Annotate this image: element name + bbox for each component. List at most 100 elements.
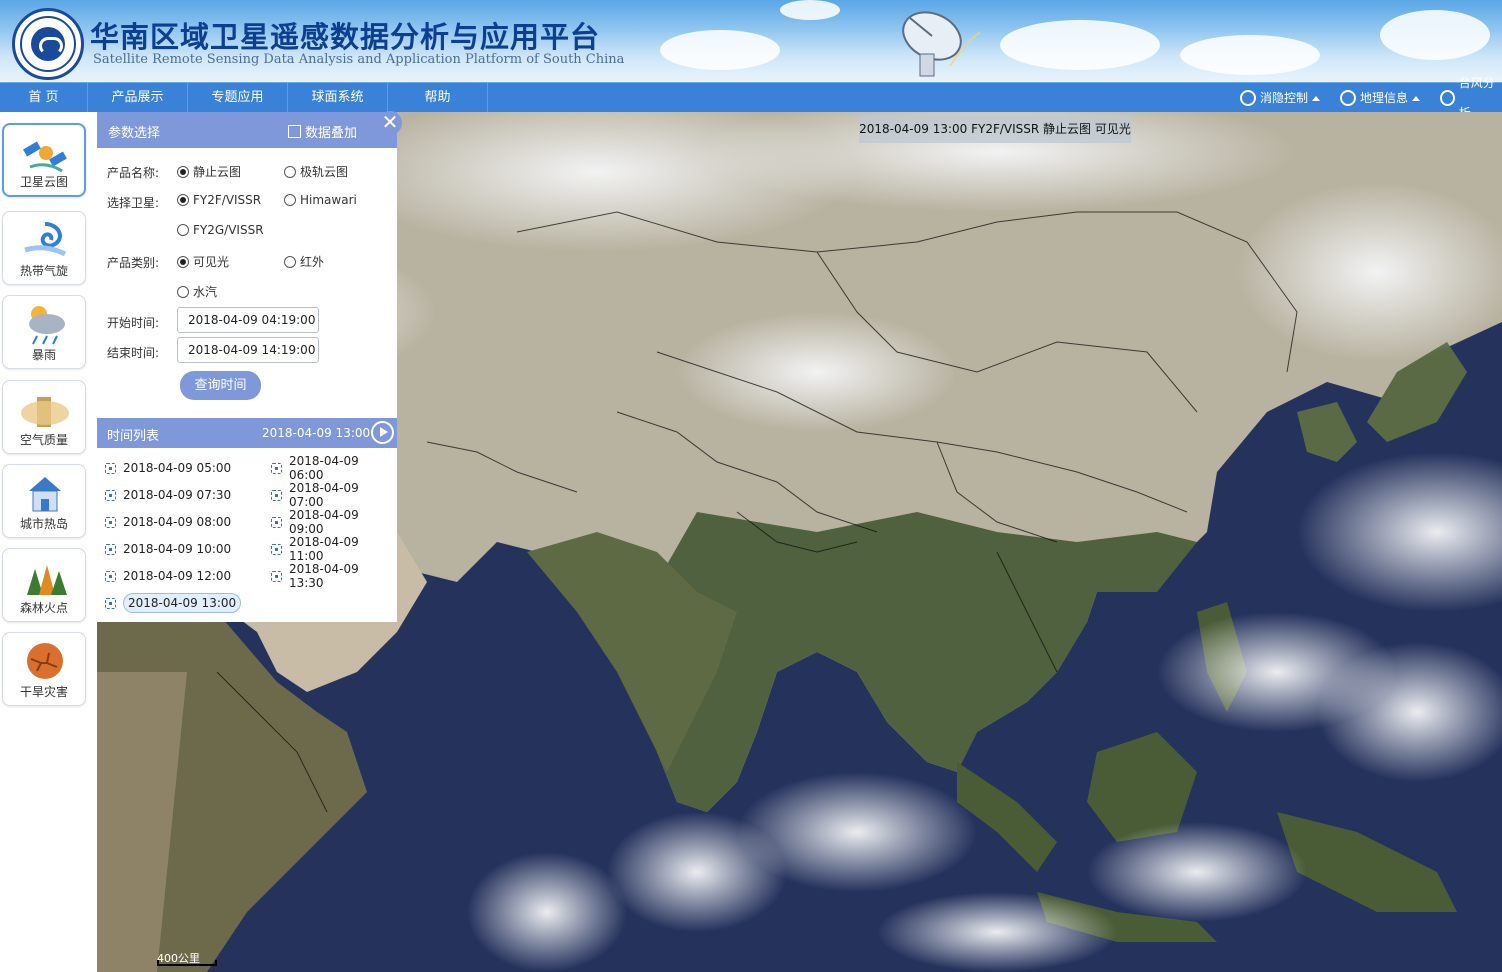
radio-dot-icon [284, 194, 296, 206]
time-item[interactable]: 2018-04-09 06:00 [271, 454, 397, 482]
time-item[interactable]: 2018-04-09 05:00 [105, 457, 231, 479]
start-time-input[interactable]: 2018-04-09 04:19:00 [177, 307, 319, 333]
data-overlay-label: 数据叠加 [305, 126, 358, 141]
hide-control-label: 消隐控制 [1260, 91, 1309, 105]
radio-visible[interactable]: 可见光 [177, 253, 229, 270]
time-item-label: 2018-04-09 11:00 [288, 535, 359, 563]
radio-dot-icon [177, 285, 189, 298]
banner-cloud [1180, 35, 1320, 75]
logo [12, 8, 84, 80]
radio-dot-icon [177, 165, 189, 178]
caret-up-icon [1412, 95, 1421, 101]
time-item-label: 2018-04-09 13:30 [288, 562, 359, 590]
sidebar-label-rainstorm: 暴雨 [31, 348, 56, 362]
sidebar-label-satellite: 卫星云图 [19, 175, 68, 189]
rainstorm-icon [29, 306, 65, 345]
play-animation-button[interactable] [371, 421, 394, 444]
time-item[interactable]: 2018-04-09 11:00 [271, 535, 397, 563]
typhoon-icon [1440, 90, 1455, 106]
time-item[interactable]: 2018-04-09 08:00 [105, 511, 231, 533]
image-caption: 2018-04-09 13:00 FY2F/VISSR 静止云图 可见光 [859, 116, 1131, 143]
time-item-label: 2018-04-09 06:00 [288, 454, 359, 482]
time-item[interactable]: 2018-04-09 12:00 [105, 565, 231, 587]
params-title: 参数选择 [108, 126, 161, 141]
radio-label: 红外 [300, 255, 325, 269]
radio-fy2f[interactable]: FY2F/VISSR [177, 193, 261, 207]
nav-sphere-system[interactable]: 球面系统 [288, 83, 388, 113]
sidebar-label-drought: 干旱灾害 [19, 685, 68, 699]
left-sidebar: 卫星云图 热带气旋 暴雨 空气质量 城市热岛 森林火点 干旱灾害 [0, 112, 97, 972]
satellite-label: 选择卫星: [107, 196, 160, 210]
radio-dot-icon [177, 224, 189, 236]
nav-special-apps[interactable]: 专题应用 [188, 83, 288, 113]
page-subtitle: Satellite Remote Sensing Data Analysis a… [93, 52, 625, 67]
radio-label: 静止云图 [193, 165, 242, 179]
time-item[interactable]: 2018-04-09 07:30 [105, 484, 231, 506]
close-panel-button[interactable]: ✕ [378, 111, 402, 135]
radio-label: 极轨云图 [300, 165, 349, 179]
sidebar-item-city-heat-island[interactable]: 城市热岛 [2, 464, 86, 538]
city-heat-island-icon [29, 477, 61, 512]
image-icon [271, 516, 282, 528]
timelist-title: 时间列表 [107, 429, 160, 444]
sidebar-label-air-quality: 空气质量 [19, 433, 68, 447]
banner-cloud [660, 30, 780, 70]
radio-infrared[interactable]: 红外 [284, 253, 324, 270]
image-icon [271, 543, 282, 555]
params-header: 参数选择 数据叠加 [97, 112, 397, 148]
image-icon [271, 489, 282, 501]
end-time-input[interactable]: 2018-04-09 14:19:00 [177, 337, 319, 363]
banner-cloud [1000, 20, 1160, 70]
data-overlay-checkbox[interactable]: 数据叠加 [288, 122, 357, 141]
nav-help[interactable]: 帮助 [388, 83, 488, 113]
radio-himawari[interactable]: Himawari [284, 193, 357, 207]
forest-fire-icon [27, 565, 67, 595]
page-title: 华南区域卫星遥感数据分析与应用平台 [90, 20, 601, 54]
radio-dot-icon [177, 194, 189, 206]
time-item[interactable]: 2018-04-09 09:00 [271, 508, 397, 536]
timelist-header: 时间列表 2018-04-09 13:00 [97, 418, 397, 448]
image-icon [271, 462, 282, 474]
sidebar-item-forest-fire[interactable]: 森林火点 [2, 548, 86, 622]
drought-icon [27, 643, 63, 679]
time-item-selected[interactable]: 2018-04-09 13:00 [105, 592, 242, 614]
time-item-label: 2018-04-09 13:00 [123, 593, 242, 613]
sidebar-item-rainstorm[interactable]: 暴雨 [2, 295, 86, 369]
time-item[interactable]: 2018-04-09 13:30 [271, 562, 397, 590]
radio-water-vapor[interactable]: 水汽 [177, 283, 217, 300]
time-item-label: 2018-04-09 10:00 [123, 542, 232, 556]
image-icon [271, 570, 282, 582]
image-icon [105, 516, 116, 528]
banner-cloud [1380, 10, 1490, 60]
sidebar-item-air-quality[interactable]: 空气质量 [2, 380, 86, 454]
image-icon [105, 543, 116, 555]
image-icon [105, 597, 116, 609]
time-item[interactable]: 2018-04-09 10:00 [105, 538, 231, 560]
sidebar-label-cyclone: 热带气旋 [19, 264, 68, 278]
checkbox-icon [288, 125, 301, 138]
sidebar-item-drought[interactable]: 干旱灾害 [2, 632, 86, 706]
time-item-label: 2018-04-09 09:00 [288, 508, 359, 536]
hide-control-menu[interactable]: 消隐控制 [1240, 83, 1321, 113]
radio-fy2g[interactable]: FY2G/VISSR [177, 223, 264, 237]
radio-static-cloud[interactable]: 静止云图 [177, 163, 241, 180]
globe-icon [1340, 90, 1356, 106]
geo-info-label: 地理信息 [1360, 91, 1409, 105]
caret-up-icon [1312, 95, 1321, 101]
sidebar-item-satellite[interactable]: 卫星云图 [2, 123, 86, 197]
nav-products[interactable]: 产品展示 [88, 83, 188, 113]
nav-home[interactable]: 首 页 [0, 83, 88, 113]
geo-info-menu[interactable]: 地理信息 [1340, 83, 1421, 113]
satellite-dish-icon [902, 11, 980, 77]
typhoon-analysis-menu[interactable]: 台风分析 [1440, 76, 1502, 120]
radio-dot-icon [177, 255, 189, 268]
time-item-label: 2018-04-09 08:00 [123, 515, 232, 529]
query-time-button[interactable]: 查询时间 [180, 371, 261, 400]
radio-label: FY2G/VISSR [193, 223, 264, 237]
radio-label: 水汽 [193, 285, 218, 299]
end-time-label: 结束时间: [107, 346, 160, 360]
sidebar-item-cyclone[interactable]: 热带气旋 [2, 211, 86, 285]
time-item[interactable]: 2018-04-09 07:00 [271, 481, 397, 509]
timelist-current-time: 2018-04-09 13:00 [262, 426, 371, 440]
radio-polar-cloud[interactable]: 极轨云图 [284, 163, 348, 180]
